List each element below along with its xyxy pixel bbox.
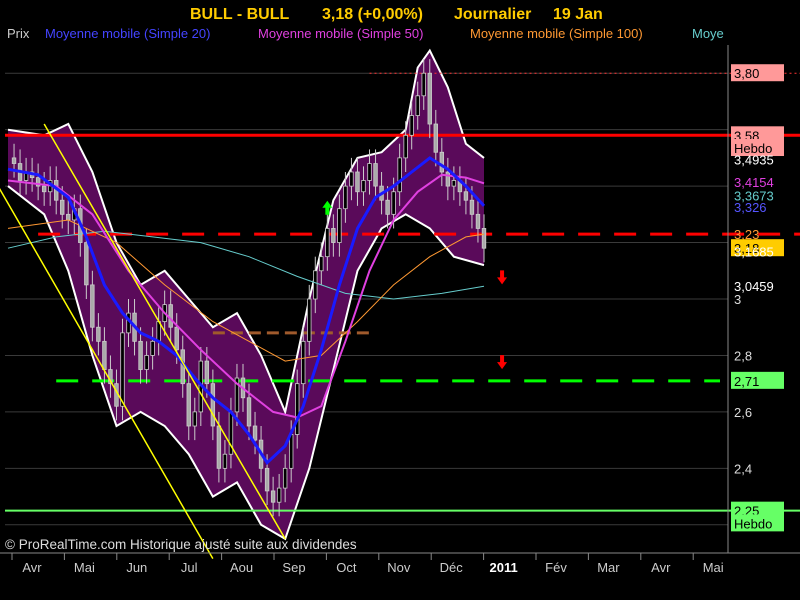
candle-body	[361, 180, 366, 193]
chart-svg: BULL - BULL 3,18 (+0,00%) Journalier 19 …	[0, 6, 800, 575]
candle-body	[288, 434, 294, 469]
candle-body	[282, 467, 288, 489]
candle-body	[451, 180, 457, 187]
sell-arrow-2	[497, 355, 508, 370]
x-tick-label: Oct	[336, 560, 357, 575]
candle-body	[66, 213, 71, 221]
y-tick-label: 3	[734, 292, 741, 307]
candle-body	[397, 157, 402, 193]
candle-body	[102, 340, 107, 370]
price-label: 3,0459	[734, 279, 774, 294]
price-label: 3,4935	[734, 153, 774, 168]
price-label: 3,1685	[734, 244, 774, 259]
price-label: 2,71	[734, 374, 759, 389]
candle-body	[421, 72, 426, 97]
candle-body	[355, 171, 360, 193]
candle-body	[463, 191, 469, 201]
candle-body	[343, 185, 348, 210]
sell-arrow-1	[497, 270, 508, 285]
candle-body	[138, 340, 143, 370]
y-tick-label: 2,6	[734, 405, 752, 420]
legend-ma100: Moyenne mobile (Simple 100)	[470, 26, 643, 41]
candle-body	[295, 383, 300, 435]
candle-body	[192, 411, 197, 427]
candle-body	[415, 95, 420, 116]
candle-body	[307, 298, 312, 342]
candle-body	[403, 134, 408, 159]
candle-body	[252, 425, 258, 441]
candle-body	[409, 115, 414, 136]
x-tick-label: Aou	[230, 560, 253, 575]
header-date: 19 Jan	[553, 6, 603, 23]
candle-body	[349, 171, 354, 187]
x-tick-label: Fév	[545, 560, 567, 575]
candle-body	[210, 383, 216, 427]
candle-body	[367, 163, 372, 181]
x-tick-label: Mai	[74, 560, 95, 575]
x-tick-label: Nov	[387, 560, 411, 575]
candle-body	[325, 228, 330, 258]
x-tick-label: Mar	[597, 560, 620, 575]
candle-body	[96, 326, 101, 342]
candle-body	[41, 185, 47, 193]
candle-body	[84, 242, 89, 286]
candle-body	[11, 157, 17, 164]
candle-body	[264, 467, 270, 492]
x-tick-label: Jun	[126, 560, 147, 575]
header-quote: 3,18 (+0,00%)	[322, 6, 423, 23]
candle-body	[427, 72, 432, 125]
x-tick-label: Jul	[181, 560, 198, 575]
price-label: 3,326	[734, 200, 767, 215]
candle-body	[391, 191, 396, 215]
candle-body	[204, 360, 210, 385]
x-tick-label: 2011	[489, 560, 517, 575]
price-label: 3,80	[734, 66, 759, 81]
legend-ma-cut: Moye	[692, 26, 724, 41]
candle-body	[313, 270, 318, 300]
candle-body	[60, 199, 65, 215]
candle-body	[301, 340, 306, 385]
candle-body	[319, 256, 324, 272]
candle-body	[445, 171, 451, 187]
x-tick-label: Déc	[440, 560, 464, 575]
candle-body	[216, 425, 222, 469]
candle-body	[475, 213, 481, 229]
chart-root: BULL - BULL 3,18 (+0,00%) Journalier 19 …	[0, 0, 800, 600]
candle-body	[150, 340, 155, 356]
x-tick-label: Avr	[651, 560, 671, 575]
candle-body	[469, 199, 475, 215]
price-label: Hebdo	[734, 516, 772, 531]
candle-body	[120, 332, 125, 407]
candle-body	[90, 284, 95, 328]
y-tick-label: 2,8	[734, 348, 752, 363]
y-tick-label: 2,4	[734, 461, 752, 476]
candle-body	[144, 355, 149, 370]
candle-body	[331, 228, 336, 243]
candle-body	[270, 490, 276, 503]
candle-body	[439, 151, 445, 173]
candle-body	[433, 123, 438, 153]
legend-ma20: Moyenne mobile (Simple 20)	[45, 26, 210, 41]
candle-body	[337, 208, 342, 243]
legend-price: Prix	[7, 26, 30, 41]
candle-body	[373, 163, 378, 187]
candle-body	[276, 487, 282, 503]
candle-body	[168, 304, 173, 328]
candle-body	[186, 383, 191, 427]
candle-body	[222, 453, 228, 469]
x-tick-label: Avr	[22, 560, 42, 575]
x-tick-label: Sep	[282, 560, 305, 575]
watermark: © ProRealTime.com Historique ajusté suit…	[5, 537, 357, 552]
header-period: Journalier	[454, 6, 531, 23]
candle-body	[481, 228, 487, 249]
x-tick-label: Mai	[703, 560, 724, 575]
legend-ma50: Moyenne mobile (Simple 50)	[258, 26, 423, 41]
header-symbol: BULL - BULL	[190, 6, 289, 23]
candle-body	[385, 199, 390, 215]
candle-body	[246, 397, 252, 427]
candle-body	[174, 326, 179, 351]
